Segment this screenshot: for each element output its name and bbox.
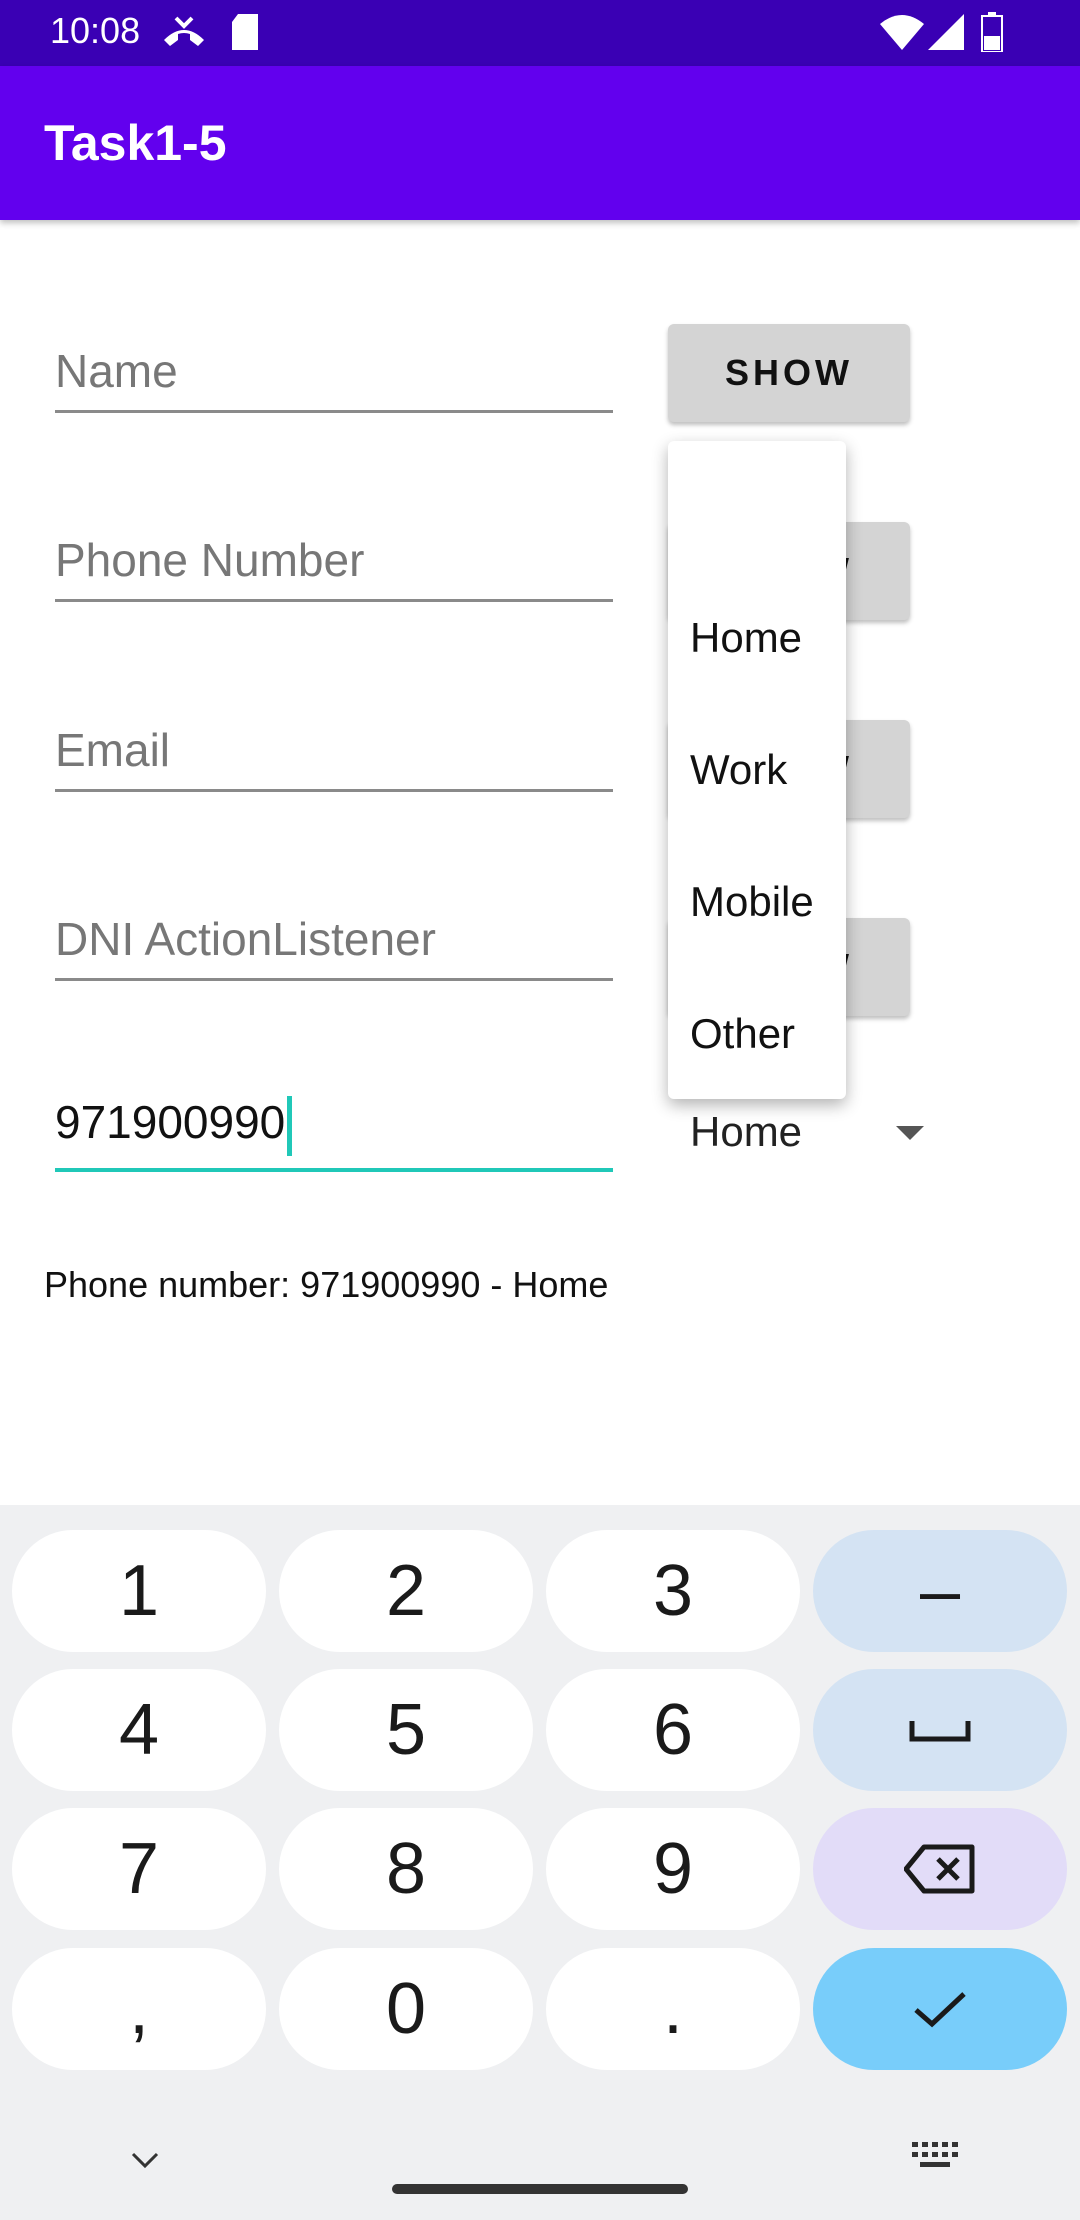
phone-number-placeholder: Phone Number — [55, 534, 365, 586]
key-8[interactable]: 8 — [279, 1808, 533, 1930]
status-bar: 10:08 — [0, 0, 1080, 66]
space-bar-icon — [909, 1721, 971, 1742]
status-time: 10:08 — [50, 10, 141, 51]
signal-icon — [928, 14, 964, 50]
app-bar: Task1-5 — [0, 66, 1080, 220]
name-field[interactable]: Name — [55, 330, 613, 413]
backspace-icon — [904, 1844, 975, 1894]
key-enter[interactable] — [813, 1948, 1067, 2070]
phone-input[interactable]: 971900990 — [55, 1088, 613, 1172]
missed-call-icon — [164, 16, 204, 46]
phone-input-value: 971900990 — [55, 1096, 286, 1149]
dropdown-option-work[interactable]: Work — [690, 746, 787, 794]
key-1[interactable]: 1 — [12, 1530, 266, 1652]
keyboard-switch-icon[interactable] — [912, 2142, 958, 2170]
key-comma[interactable]: , — [12, 1948, 266, 2070]
name-placeholder: Name — [55, 345, 178, 397]
phone-number-field[interactable]: Phone Number — [55, 519, 613, 602]
key-period[interactable]: . — [546, 1948, 800, 2070]
key-3[interactable]: 3 — [546, 1530, 800, 1652]
key-0[interactable]: 0 — [279, 1948, 533, 2070]
checkmark-icon — [914, 1992, 966, 2028]
key-2[interactable]: 2 — [279, 1530, 533, 1652]
dropdown-option-home[interactable]: Home — [690, 614, 802, 662]
wifi-icon — [880, 15, 924, 50]
key-7[interactable]: 7 — [12, 1808, 266, 1930]
battery-icon — [981, 12, 1003, 52]
app-title: Task1-5 — [44, 115, 227, 171]
collapse-keyboard-icon[interactable] — [130, 2150, 160, 2170]
dropdown-option-mobile[interactable]: Mobile — [690, 878, 814, 926]
home-gesture-bar[interactable] — [392, 2184, 688, 2194]
key-6[interactable]: 6 — [546, 1669, 800, 1791]
phone-input-text-wrap: 971900990 — [55, 1095, 293, 1156]
dni-field[interactable]: DNI ActionListener — [55, 898, 613, 981]
dropdown-arrow-icon — [896, 1126, 924, 1140]
result-text: Phone number: 971900990 - Home — [44, 1264, 609, 1305]
spinner-dropdown: Home Work Mobile Other — [668, 441, 846, 1099]
key-dash[interactable]: – — [813, 1530, 1067, 1652]
spinner-selected-value: Home — [690, 1108, 803, 1155]
sd-card-icon — [232, 14, 258, 50]
dropdown-option-other[interactable]: Other — [690, 1010, 795, 1058]
show-button-1[interactable]: SHOW — [668, 324, 910, 422]
key-9[interactable]: 9 — [546, 1808, 800, 1930]
key-4[interactable]: 4 — [12, 1669, 266, 1791]
dni-placeholder: DNI ActionListener — [55, 913, 436, 965]
text-caret — [287, 1096, 293, 1156]
key-backspace[interactable] — [813, 1808, 1067, 1930]
key-5[interactable]: 5 — [279, 1669, 533, 1791]
email-placeholder: Email — [55, 724, 171, 776]
key-space[interactable] — [813, 1669, 1067, 1791]
email-field[interactable]: Email — [55, 709, 613, 792]
